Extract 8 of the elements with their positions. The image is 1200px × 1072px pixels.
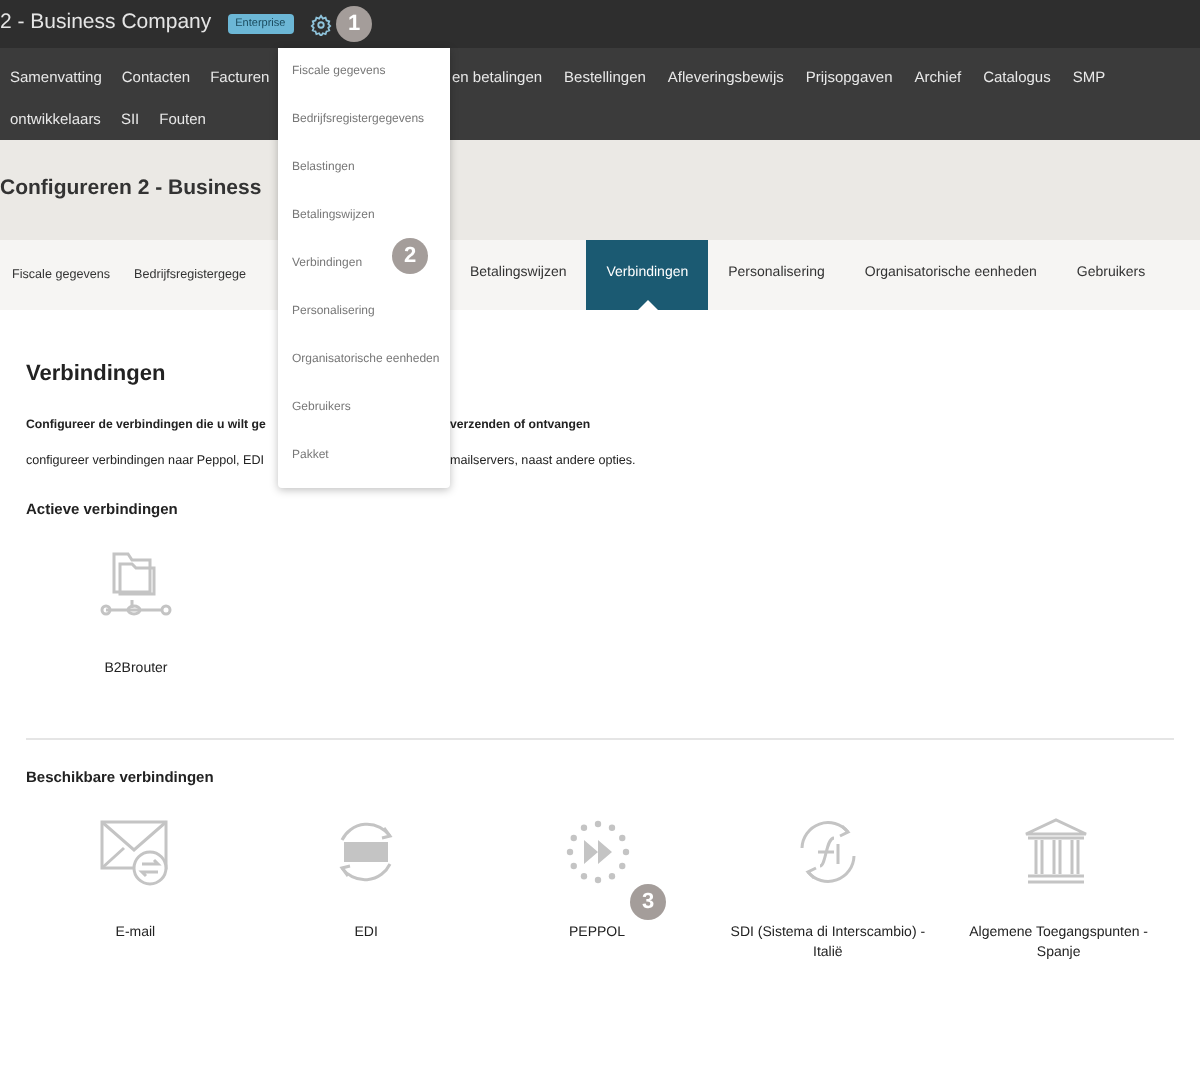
envelope-icon (99, 816, 172, 889)
section-title: Verbindingen (26, 360, 166, 390)
callout-marker: 3 (630, 884, 666, 920)
settings-icon[interactable] (309, 13, 332, 35)
page-title: Configureren 2 - Business (0, 174, 262, 205)
company-name: 2 - Business Company (0, 8, 212, 39)
folder-network-icon (100, 548, 172, 621)
star-circle-icon (561, 816, 634, 889)
